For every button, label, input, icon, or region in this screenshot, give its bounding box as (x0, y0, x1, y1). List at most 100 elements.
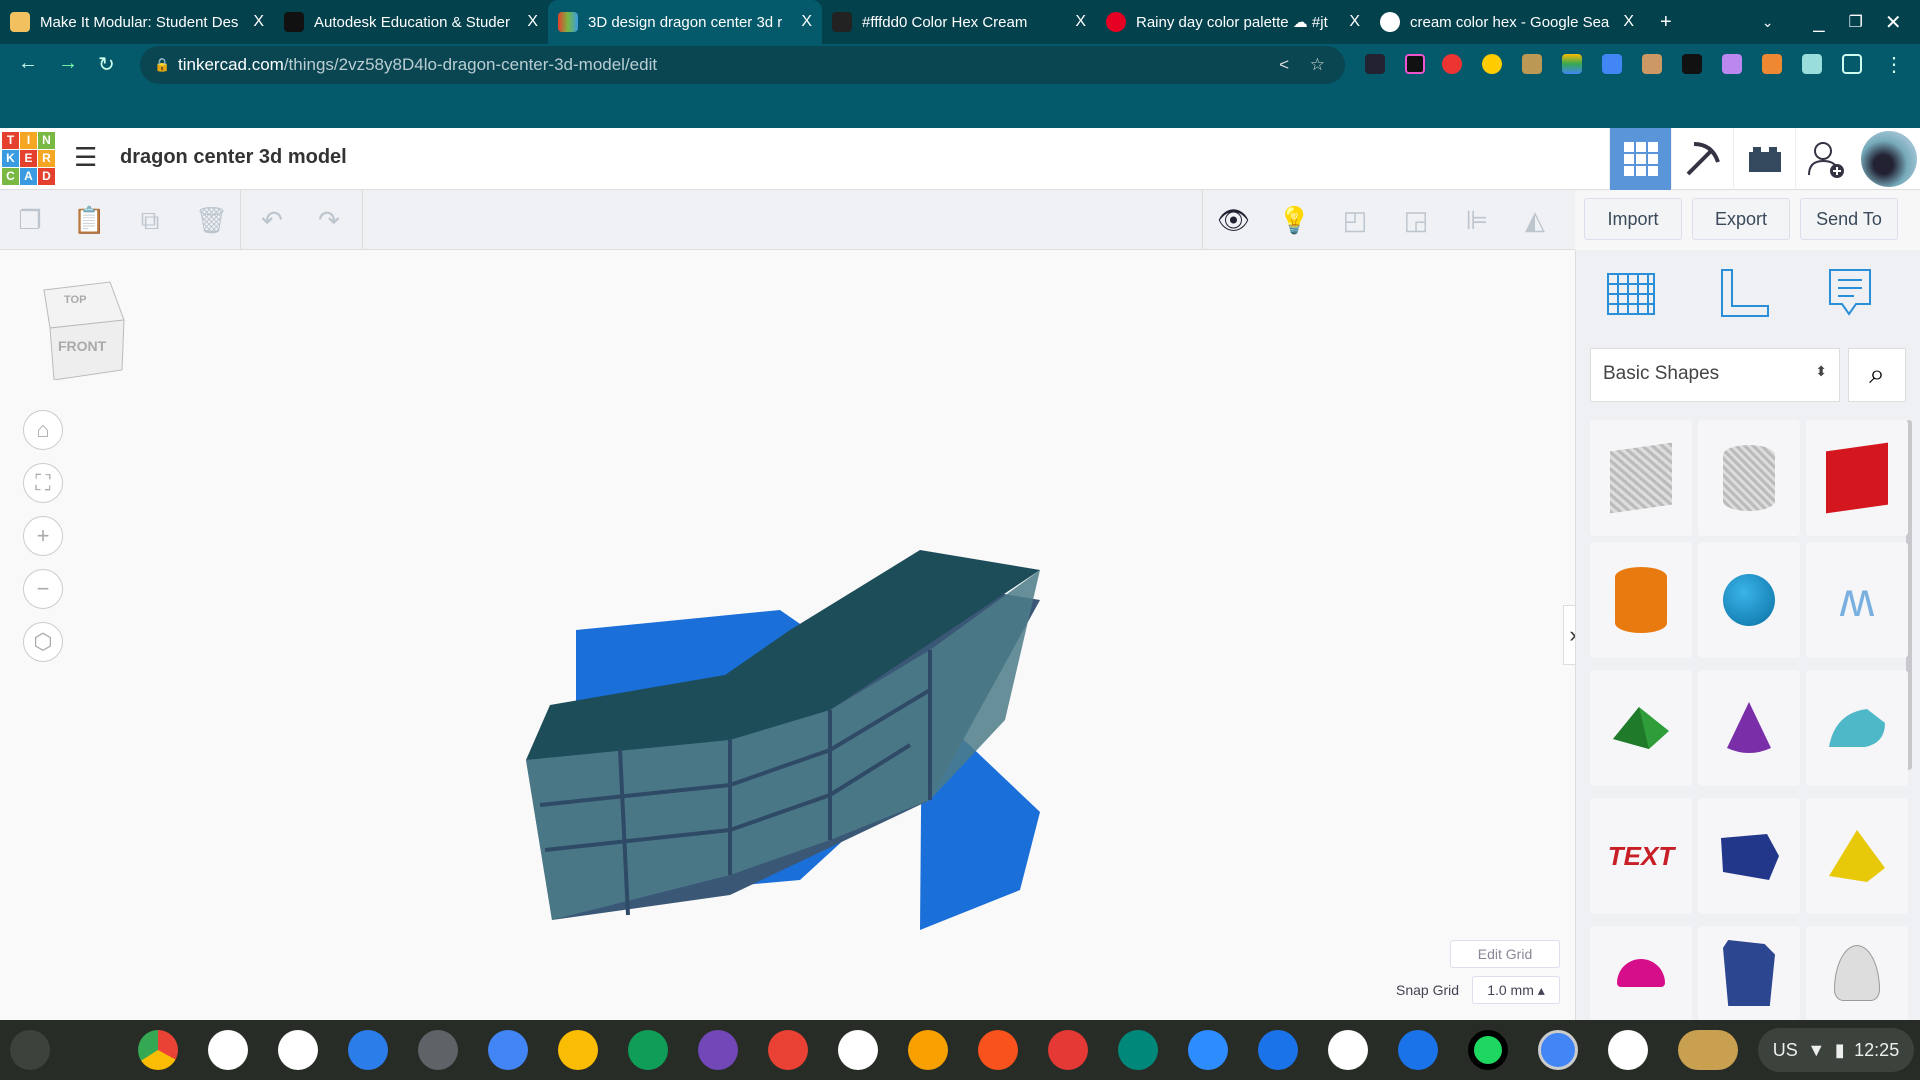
lego-view-button[interactable] (1733, 128, 1795, 190)
home-view-icon[interactable]: ⌂ (23, 410, 63, 450)
3d-design-view-button[interactable] (1609, 128, 1671, 190)
search-shapes-button[interactable]: ⌕ (1848, 348, 1906, 402)
gmail-app-icon[interactable] (208, 1030, 248, 1070)
design-title[interactable]: dragon center 3d model (120, 146, 347, 169)
files-app-icon[interactable] (348, 1030, 388, 1070)
canva-app-icon[interactable] (908, 1030, 948, 1070)
play-store-app-icon[interactable] (278, 1030, 318, 1070)
shape-hexagonal-prism[interactable] (1698, 926, 1800, 1020)
shape-sphere[interactable] (1698, 542, 1800, 658)
edit-grid-button[interactable]: Edit Grid (1450, 940, 1560, 968)
browser-tab[interactable]: Make It Modular: Student Des X (0, 0, 274, 44)
chrome-remote-app-icon[interactable] (1328, 1030, 1368, 1070)
shape-box-red[interactable] (1806, 420, 1908, 536)
browser-tab[interactable]: Autodesk Education & Studer X (274, 0, 548, 44)
sheets-app-icon[interactable] (628, 1030, 668, 1070)
shape-box[interactable] (1590, 420, 1692, 536)
import-button[interactable]: Import (1584, 198, 1682, 240)
dragon-center-3d-model[interactable] (500, 520, 1060, 940)
extension-icon[interactable] (1762, 54, 1782, 74)
snap-grid-select[interactable]: 1.0 mm ▴ (1472, 976, 1560, 1004)
maps-app-icon[interactable] (1608, 1030, 1648, 1070)
launcher-icon[interactable] (10, 1030, 50, 1070)
back-icon[interactable]: ← (18, 52, 38, 75)
view-cube[interactable]: TOP FRONT (40, 280, 126, 381)
close-tab-icon[interactable]: X (801, 13, 812, 31)
drive-app-icon[interactable] (838, 1030, 878, 1070)
shape-round-roof[interactable] (1806, 670, 1908, 786)
copy-icon[interactable]: ❐ (15, 205, 45, 235)
menu-icon[interactable]: ⋮ (1884, 52, 1904, 77)
extension-icon[interactable] (1482, 54, 1502, 74)
new-tab-button[interactable]: + (1660, 11, 1672, 34)
restore-icon[interactable]: ❐ (1849, 12, 1863, 32)
shape-cone[interactable] (1698, 670, 1800, 786)
ungroup-icon[interactable]: ◲ (1401, 205, 1431, 235)
slides-app-icon[interactable] (558, 1030, 598, 1070)
draw-app-icon[interactable] (978, 1030, 1018, 1070)
side-panel-icon[interactable] (1842, 54, 1862, 74)
design-list-icon[interactable]: ☰ (74, 142, 97, 173)
align-icon[interactable]: ⊫ (1462, 205, 1492, 235)
export-button[interactable]: Export (1692, 198, 1790, 240)
paint-app-icon[interactable] (1048, 1030, 1088, 1070)
launch-app-icon[interactable] (1398, 1030, 1438, 1070)
status-tray[interactable]: US ▼ ▮ 12:25 (1758, 1028, 1914, 1072)
close-tab-icon[interactable]: X (1349, 13, 1360, 31)
workplane-viewport[interactable]: TOP FRONT ⌂ ⛶ + − ⬡ › Edit Grid Snap Gri… (0, 250, 1583, 1020)
close-tab-icon[interactable]: X (253, 13, 264, 31)
forms-app-icon[interactable] (698, 1030, 738, 1070)
close-tab-icon[interactable]: X (527, 13, 538, 31)
shape-text[interactable]: TEXT (1590, 798, 1692, 914)
extension-icon[interactable] (1405, 54, 1425, 74)
extensions-puzzle-icon[interactable] (1802, 54, 1822, 74)
bookmark-star-icon[interactable]: ☆ (1310, 55, 1325, 75)
extension-icon[interactable] (1365, 54, 1385, 74)
notes-visibility-icon[interactable]: 👁 (1217, 205, 1250, 235)
browser-tab[interactable]: cream color hex - Google Sea X (1370, 0, 1644, 44)
perspective-icon[interactable]: ⬡ (23, 622, 63, 662)
shape-half-sphere[interactable] (1590, 926, 1692, 1020)
settings-app-icon[interactable] (418, 1030, 458, 1070)
tinkercad-logo[interactable]: TIN KER CAD (2, 132, 55, 185)
extension-icon[interactable] (1722, 54, 1742, 74)
reload-icon[interactable]: ↻ (98, 52, 115, 77)
fit-view-icon[interactable]: ⛶ (23, 463, 63, 503)
docs-app-icon[interactable] (488, 1030, 528, 1070)
extension-icon[interactable] (1682, 54, 1702, 74)
shape-cylinder-orange[interactable] (1590, 542, 1692, 658)
share-icon[interactable]: < (1279, 55, 1289, 75)
ruler-icon[interactable] (1718, 268, 1770, 320)
avatar[interactable] (1858, 128, 1920, 190)
paste-icon[interactable]: 📋 (73, 205, 105, 235)
extension-icon[interactable] (1442, 54, 1462, 74)
lightbulb-icon[interactable]: 💡 (1278, 205, 1310, 235)
notes-icon[interactable] (1828, 268, 1872, 320)
forward-icon[interactable]: → (58, 52, 78, 75)
shape-polygon[interactable] (1698, 798, 1800, 914)
group-icon[interactable]: ◰ (1340, 205, 1370, 235)
undo-icon[interactable]: ↶ (257, 205, 287, 235)
shape-category-select[interactable]: Basic Shapes ⬍ (1590, 348, 1840, 402)
send-to-button[interactable]: Send To (1800, 198, 1898, 240)
zoom-out-icon[interactable]: − (23, 569, 63, 609)
zoom-in-icon[interactable]: + (23, 516, 63, 556)
tab-search-icon[interactable]: ⌄ (1762, 14, 1774, 31)
clock-app-icon[interactable] (1538, 1030, 1578, 1070)
duplicate-icon[interactable]: ⧉ (135, 205, 165, 235)
pdf-app-icon[interactable] (768, 1030, 808, 1070)
shape-roof[interactable] (1590, 670, 1692, 786)
zoom-app-icon[interactable] (1188, 1030, 1228, 1070)
close-tab-icon[interactable]: X (1075, 13, 1086, 31)
camera-app-icon[interactable] (1258, 1030, 1298, 1070)
invite-user-button[interactable] (1795, 128, 1857, 190)
classroom-app-icon[interactable] (1118, 1030, 1158, 1070)
open-window-thumbnail[interactable] (1678, 1030, 1738, 1070)
browser-tab-active[interactable]: 3D design dragon center 3d rX (548, 0, 822, 44)
chrome-app-icon[interactable] (138, 1030, 178, 1070)
browser-tab[interactable]: #fffdd0 Color Hex Cream X (822, 0, 1096, 44)
address-bar[interactable]: 🔒 tinkercad.com/things/2vz58y8D4lo-drago… (140, 46, 1345, 84)
shape-cylinder[interactable] (1698, 420, 1800, 536)
shape-pyramid[interactable] (1806, 798, 1908, 914)
extension-icon[interactable] (1522, 54, 1542, 74)
